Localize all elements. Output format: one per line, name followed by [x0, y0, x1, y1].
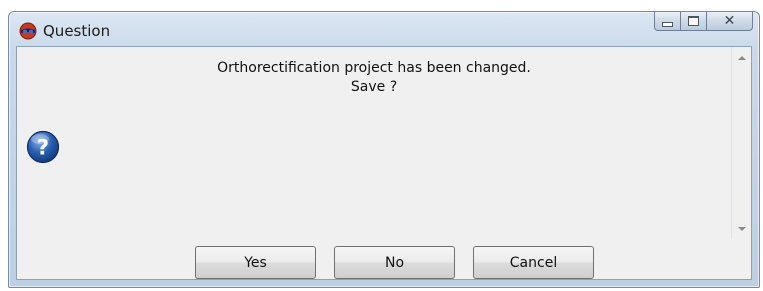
- minimize-button[interactable]: [654, 12, 681, 31]
- caption-buttons: ✕: [654, 12, 753, 33]
- maximize-icon: [688, 16, 699, 26]
- message-text: Orthorectification project has been chan…: [217, 60, 531, 76]
- close-icon: ✕: [723, 13, 736, 29]
- window-title: Question: [43, 22, 111, 40]
- app-icon: [19, 22, 37, 40]
- maximize-button[interactable]: [681, 12, 707, 31]
- close-button[interactable]: ✕: [707, 12, 753, 31]
- chevron-up-icon: [737, 55, 746, 60]
- message-question: Save ?: [350, 79, 398, 95]
- scroll-down-button[interactable]: [732, 220, 751, 237]
- vertical-scrollbar[interactable]: [731, 47, 751, 239]
- dialog-client-area: Orthorectification project has been chan…: [16, 46, 752, 280]
- svg-text:?: ?: [37, 136, 49, 160]
- message-area: Orthorectification project has been chan…: [17, 47, 731, 239]
- chevron-down-icon: [737, 226, 746, 231]
- yes-button[interactable]: Yes: [195, 246, 316, 279]
- no-button[interactable]: No: [334, 246, 455, 279]
- dialog-window: Question ✕ Orthorectification project ha…: [8, 11, 760, 288]
- button-row: Yes No Cancel: [17, 246, 751, 280]
- title-bar[interactable]: Question ✕: [9, 12, 759, 46]
- question-icon: ?: [26, 130, 60, 164]
- scroll-up-button[interactable]: [732, 49, 751, 66]
- minimize-icon: [662, 21, 673, 27]
- cancel-button[interactable]: Cancel: [473, 246, 594, 279]
